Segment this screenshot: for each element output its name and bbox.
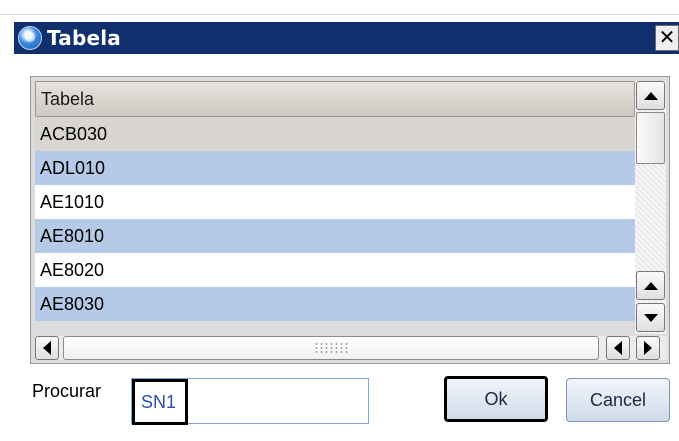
horizontal-scrollbar[interactable] (35, 336, 667, 360)
dialog-titlebar: Tabela ✕ (14, 22, 679, 54)
table-row[interactable]: ADL010 (35, 151, 635, 185)
arrow-up-icon (643, 281, 658, 290)
scroll-up-button-lower[interactable] (636, 271, 665, 300)
vertical-scrollbar[interactable] (635, 81, 666, 334)
column-header-tabela[interactable]: Tabela (35, 81, 635, 117)
table-cell: AE8010 (40, 225, 105, 246)
search-text: SN1 (141, 391, 177, 412)
search-label: Procurar (32, 381, 102, 401)
table-cell: AE8020 (40, 259, 105, 280)
scroll-left-button-right[interactable] (606, 336, 630, 360)
table-row[interactable]: AE1010 (35, 185, 635, 219)
table-row[interactable]: AE8010 (35, 219, 635, 253)
dialog-title: Tabela (47, 26, 121, 50)
arrow-down-icon (643, 313, 658, 322)
cancel-button[interactable]: Cancel (566, 378, 670, 422)
arrow-up-icon (643, 91, 658, 100)
table-cell: ADL010 (40, 157, 106, 178)
close-button[interactable]: ✕ (655, 25, 679, 51)
grip-icon (314, 342, 348, 354)
table-row[interactable]: AE8030 (35, 287, 635, 321)
search-input-value[interactable]: SN1 (132, 379, 188, 425)
grid-body: Tabela ACB030 ADL010 AE1010 AE8010 AE802… (35, 81, 635, 334)
arrow-left-icon (614, 341, 622, 355)
table-grid: Tabela ACB030 ADL010 AE1010 AE8010 AE802… (30, 76, 670, 364)
ok-button-label: Ok (484, 388, 508, 409)
table-cell: ACB030 (40, 123, 108, 144)
ok-button[interactable]: Ok (444, 376, 548, 422)
table-row[interactable]: ACB030 (35, 117, 635, 151)
top-strip (0, 0, 679, 15)
horizontal-scroll-thumb[interactable] (63, 336, 599, 360)
scroll-down-button[interactable] (636, 303, 665, 332)
vertical-scroll-thumb[interactable] (636, 112, 665, 164)
arrow-right-icon (644, 341, 652, 355)
app-globe-icon (18, 26, 42, 50)
cancel-button-label: Cancel (589, 389, 647, 410)
table-cell: AE1010 (40, 191, 105, 212)
table-cell: AE8030 (40, 293, 105, 314)
scroll-up-button[interactable] (636, 81, 665, 110)
arrow-left-icon (43, 341, 51, 355)
table-row[interactable]: AE8020 (35, 253, 635, 287)
search-input[interactable]: SN1 (131, 378, 369, 425)
close-icon: ✕ (658, 27, 676, 49)
scroll-left-button[interactable] (35, 336, 59, 360)
column-header-label: Tabela (41, 88, 95, 109)
scroll-right-button[interactable] (636, 336, 660, 360)
